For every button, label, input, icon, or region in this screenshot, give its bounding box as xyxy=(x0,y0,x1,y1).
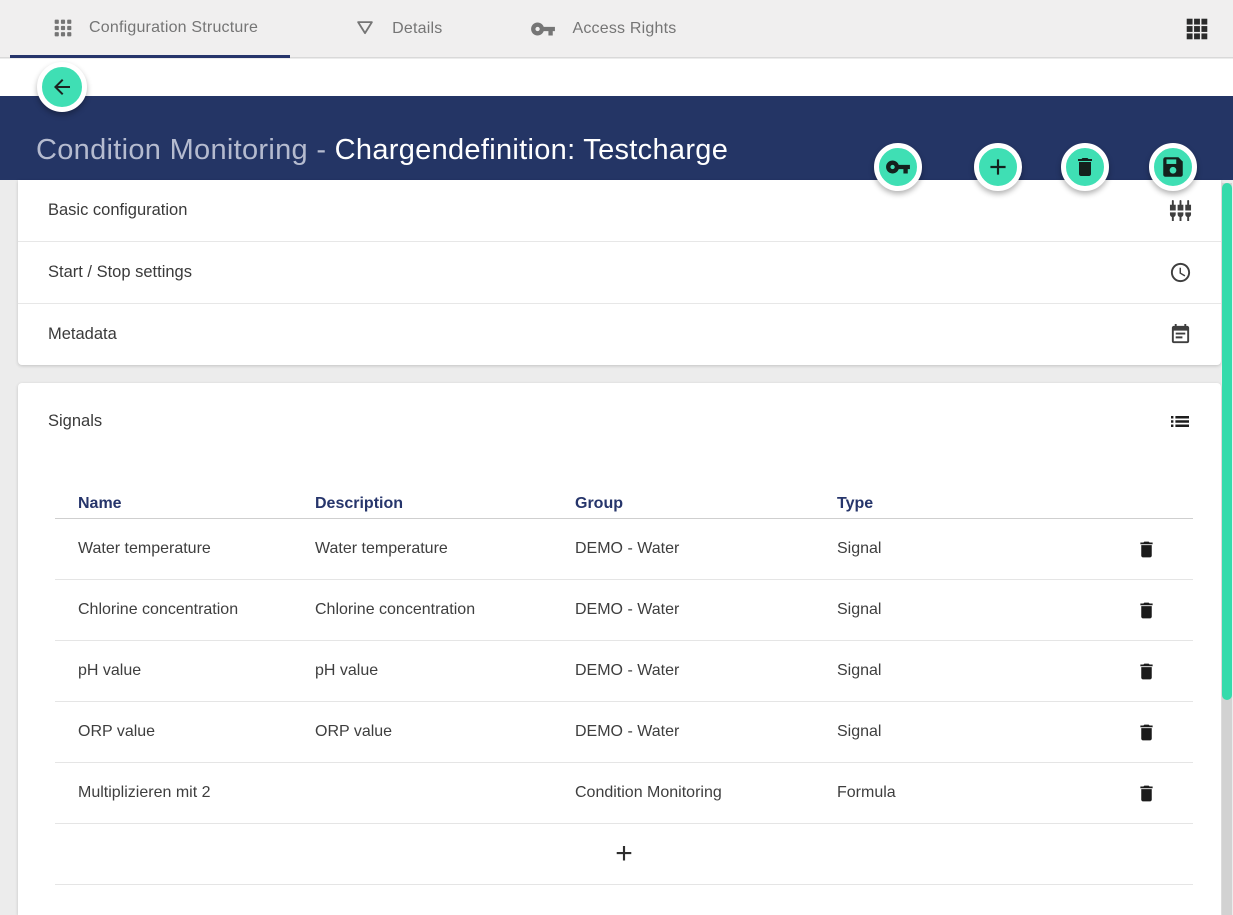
row-delete-button[interactable] xyxy=(1136,539,1157,560)
column-header-description: Description xyxy=(315,495,575,513)
cell-description: pH value xyxy=(315,662,575,680)
configuration-sections-card: Basic configuration Start / Stop setting… xyxy=(18,180,1221,365)
tab-label: Details xyxy=(392,20,442,38)
plus-icon xyxy=(985,154,1011,180)
row-delete-button[interactable] xyxy=(1136,783,1157,804)
cell-name: Multiplizieren mit 2 xyxy=(55,784,315,802)
cell-name: Water temperature xyxy=(55,540,315,558)
clock-icon xyxy=(1169,261,1192,284)
table-row[interactable]: ORP value ORP value DEMO - Water Signal xyxy=(55,702,1193,763)
signals-card: Signals Name Description Group Type Wate… xyxy=(18,383,1221,915)
scrollbar-thumb[interactable] xyxy=(1222,183,1232,700)
back-button[interactable] xyxy=(37,62,87,112)
event-note-icon xyxy=(1169,323,1192,346)
table-row[interactable]: Multiplizieren mit 2 Condition Monitorin… xyxy=(55,763,1193,824)
input-component-icon xyxy=(1169,199,1192,222)
tab-label: Configuration Structure xyxy=(89,19,258,37)
section-label: Basic configuration xyxy=(48,201,187,220)
delete-button[interactable] xyxy=(1061,143,1109,191)
cell-group: DEMO - Water xyxy=(575,601,837,619)
cell-description: Chlorine concentration xyxy=(315,601,575,619)
table-row[interactable]: pH value pH value DEMO - Water Signal xyxy=(55,641,1193,702)
page-title: Condition Monitoring - Chargendefinition… xyxy=(36,134,728,167)
row-delete-button[interactable] xyxy=(1136,722,1157,743)
cell-name: ORP value xyxy=(55,723,315,741)
row-delete-button[interactable] xyxy=(1136,661,1157,682)
tab-access-rights[interactable]: Access Rights xyxy=(526,0,680,58)
row-delete-button[interactable] xyxy=(1136,600,1157,621)
header-spacer xyxy=(0,59,1233,96)
cell-group: Condition Monitoring xyxy=(575,784,837,802)
cell-name: pH value xyxy=(55,662,315,680)
cell-type: Signal xyxy=(837,723,1097,741)
cell-group: DEMO - Water xyxy=(575,723,837,741)
cell-type: Formula xyxy=(837,784,1097,802)
page-title-highlight: Chargendefinition: Testcharge xyxy=(335,134,728,166)
arrow-left-icon xyxy=(50,75,74,99)
grid-icon xyxy=(53,18,73,38)
tab-details[interactable]: Details xyxy=(350,0,446,58)
cell-group: DEMO - Water xyxy=(575,540,837,558)
cell-description: Water temperature xyxy=(315,540,575,558)
column-header-group: Group xyxy=(575,495,837,513)
tab-label: Access Rights xyxy=(572,20,676,38)
cell-group: DEMO - Water xyxy=(575,662,837,680)
signals-table: Name Description Group Type Water temper… xyxy=(55,489,1193,885)
list-icon[interactable] xyxy=(1168,409,1192,433)
signals-header: Signals xyxy=(18,383,1221,433)
apps-grid-icon[interactable] xyxy=(1184,0,1210,57)
add-button[interactable] xyxy=(974,143,1022,191)
cell-type: Signal xyxy=(837,540,1097,558)
key-icon xyxy=(530,16,556,42)
save-icon xyxy=(1160,154,1186,180)
table-header-row: Name Description Group Type xyxy=(55,489,1193,519)
section-metadata[interactable]: Metadata xyxy=(18,303,1221,365)
cell-type: Signal xyxy=(837,662,1097,680)
section-basic-configuration[interactable]: Basic configuration xyxy=(18,180,1221,241)
tab-configuration-structure[interactable]: Configuration Structure xyxy=(10,0,290,58)
table-row[interactable]: Chlorine concentration Chlorine concentr… xyxy=(55,580,1193,641)
column-header-name: Name xyxy=(55,495,315,513)
tab-bar: Configuration Structure Details Access R… xyxy=(0,0,1233,58)
access-rights-button[interactable] xyxy=(874,143,922,191)
section-start-stop-settings[interactable]: Start / Stop settings xyxy=(18,241,1221,303)
cell-type: Signal xyxy=(837,601,1097,619)
table-row[interactable]: Water temperature Water temperature DEMO… xyxy=(55,519,1193,580)
save-button[interactable] xyxy=(1149,143,1197,191)
app-screen: Configuration Structure Details Access R… xyxy=(0,0,1233,915)
section-label: Metadata xyxy=(48,325,117,344)
cell-name: Chlorine concentration xyxy=(55,601,315,619)
key-icon xyxy=(885,154,911,180)
cell-description: ORP value xyxy=(315,723,575,741)
add-signal-button[interactable]: + xyxy=(55,824,1193,885)
trash-icon xyxy=(1073,155,1097,179)
column-header-type: Type xyxy=(837,495,1097,513)
signals-title: Signals xyxy=(48,412,102,431)
plus-icon: + xyxy=(615,839,633,869)
scrollbar-track[interactable] xyxy=(1222,183,1232,915)
section-label: Start / Stop settings xyxy=(48,263,192,282)
filter-icon xyxy=(354,18,376,40)
page-title-prefix: Condition Monitoring - xyxy=(36,134,335,166)
page-header: Condition Monitoring - Chargendefinition… xyxy=(0,96,1233,180)
